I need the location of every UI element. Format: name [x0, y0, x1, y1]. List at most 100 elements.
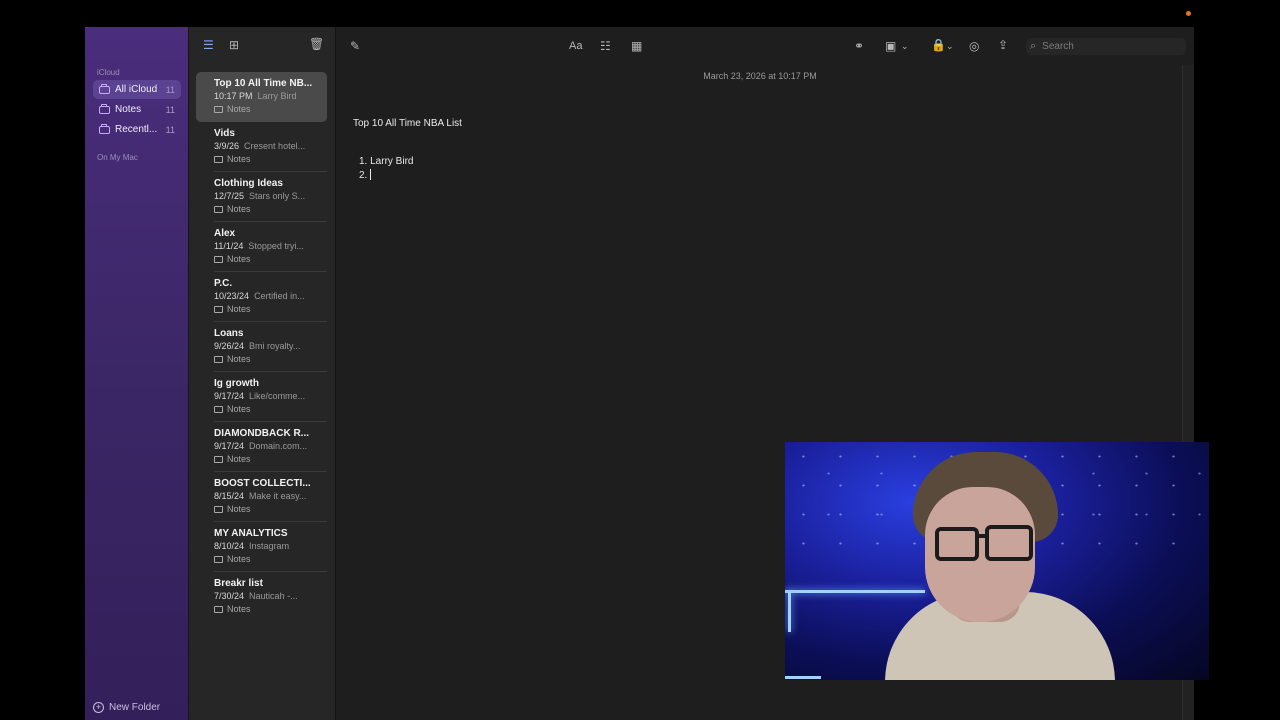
gallery-view-icon[interactable]: ⊞	[229, 38, 239, 52]
note-preview: Bmi royalty...	[249, 341, 301, 351]
folder-icon	[214, 205, 223, 213]
list-line-1[interactable]: 1. Larry Bird	[359, 156, 413, 167]
webcam-overlay	[785, 442, 1209, 680]
led-strip-vertical	[788, 592, 791, 632]
sidebar-item-recently-deleted[interactable]: Recentl... 11	[93, 120, 181, 139]
share-icon[interactable]: ⇪	[998, 39, 1008, 51]
note-folder: Notes	[227, 104, 251, 114]
list-line-2[interactable]: 2.	[359, 169, 372, 181]
list-number: 1.	[359, 156, 368, 167]
sidebar-item-count: 11	[165, 104, 175, 115]
folder-icon	[214, 355, 223, 363]
chevron-down-icon[interactable]: ⌄	[946, 40, 954, 52]
note-folder: Notes	[227, 604, 251, 614]
new-folder-button[interactable]: + New Folder	[93, 702, 160, 713]
search-field[interactable]: ⌕ Search	[1026, 38, 1186, 55]
note-list-toolbar: ☰ ⊞ 🗑	[189, 27, 335, 65]
sidebar-item-all-icloud[interactable]: All iCloud 11	[93, 80, 181, 99]
note-date: 11/1/24	[214, 241, 244, 251]
note-title: Breakr list	[214, 578, 263, 589]
folder-icon	[214, 455, 223, 463]
note-preview: Stopped tryi...	[248, 241, 304, 251]
sidebar-item-notes[interactable]: Notes 11	[93, 100, 181, 119]
folder-icon	[214, 555, 223, 563]
search-icon: ⌕	[1030, 40, 1037, 52]
sidebar-item-label: Recentl...	[115, 124, 158, 135]
sidebar: iCloud All iCloud 11 Notes 11 Recentl...…	[85, 27, 189, 720]
note-title: Alex	[214, 228, 236, 239]
folder-icon	[214, 105, 223, 113]
list-item[interactable]: MY ANALYTICS 8/10/24 Instagram Notes	[196, 522, 327, 572]
note-preview: Larry Bird	[257, 91, 297, 101]
glasses-bridge	[975, 534, 987, 538]
note-title: P.C.	[214, 278, 233, 289]
note-folder: Notes	[227, 554, 251, 564]
list-item[interactable]: Breakr list 7/30/24 Nauticah -... Notes	[196, 572, 327, 622]
list-view-icon[interactable]: ☰	[203, 38, 214, 52]
folder-icon	[99, 123, 110, 134]
note-folder: Notes	[227, 304, 251, 314]
list-item[interactable]: Clothing Ideas 12/7/25 Stars only S... N…	[196, 172, 327, 222]
table-icon[interactable]: ▦	[631, 40, 642, 52]
note-title: BOOST COLLECTI...	[214, 478, 311, 489]
note-preview: Instagram	[249, 541, 290, 551]
chevron-down-icon[interactable]: ⌄	[901, 40, 909, 52]
note-title: Vids	[214, 128, 235, 139]
note-title: Loans	[214, 328, 244, 339]
folder-icon	[214, 505, 223, 513]
collaborate-icon[interactable]: ◎	[969, 40, 979, 52]
folder-icon	[214, 405, 223, 413]
section-icloud: iCloud	[97, 68, 120, 77]
folder-icon	[214, 305, 223, 313]
note-date: 10:17 PM	[214, 91, 253, 101]
note-title: Top 10 All Time NB...	[214, 78, 313, 89]
folder-icon	[214, 255, 223, 263]
sidebar-item-label: Notes	[115, 104, 142, 115]
note-preview: Domain.com...	[249, 441, 308, 451]
note-preview: Nauticah -...	[249, 591, 298, 601]
note-folder: Notes	[227, 454, 251, 464]
folder-icon	[99, 103, 110, 114]
list-item[interactable]: Vids 3/9/26 Cresent hotel... Notes	[196, 122, 327, 172]
format-text-button[interactable]: Aa	[569, 40, 582, 52]
media-icon[interactable]: ▣	[885, 40, 896, 52]
note-date: 9/17/24	[214, 391, 245, 401]
note-date: 3/9/26	[214, 141, 240, 151]
list-item[interactable]: Ig growth 9/17/24 Like/comme... Notes	[196, 372, 327, 422]
folder-icon	[99, 83, 110, 94]
note-folder: Notes	[227, 404, 251, 414]
note-preview: Make it easy...	[249, 491, 307, 501]
text-cursor	[370, 169, 372, 180]
led-strip	[785, 590, 925, 593]
list-item[interactable]: P.C. 10/23/24 Certified in... Notes	[196, 272, 327, 322]
section-on-my-mac[interactable]: On My Mac	[97, 153, 138, 162]
note-list: ☰ ⊞ 🗑 Top 10 All Time NB... 10:17 PM Lar…	[189, 27, 336, 720]
list-text: Larry Bird	[370, 156, 414, 167]
compose-icon[interactable]: ✎	[350, 40, 360, 52]
list-number: 2.	[359, 170, 368, 181]
list-item[interactable]: Alex 11/1/24 Stopped tryi... Notes	[196, 222, 327, 272]
search-placeholder: Search	[1042, 41, 1074, 52]
note-heading[interactable]: Top 10 All Time NBA List	[353, 118, 462, 129]
plus-circle-icon: +	[93, 702, 104, 713]
folder-icon	[214, 155, 223, 163]
note-date: 9/26/24	[214, 341, 245, 351]
sidebar-item-count: 11	[165, 124, 175, 135]
list-item[interactable]: Top 10 All Time NB... 10:17 PM Larry Bir…	[196, 72, 327, 122]
link-icon[interactable]: ⚭	[854, 40, 864, 52]
glasses-left-lens	[935, 527, 979, 561]
glasses-right-lens	[985, 525, 1033, 561]
note-preview: Certified in...	[254, 291, 305, 301]
note-title: Ig growth	[214, 378, 259, 389]
trash-icon[interactable]: 🗑	[309, 37, 324, 51]
note-title: Clothing Ideas	[214, 178, 283, 189]
lock-icon[interactable]: 🔒	[931, 39, 946, 51]
note-date: 9/17/24	[214, 441, 245, 451]
list-item[interactable]: DIAMONDBACK R... 9/17/24 Domain.com... N…	[196, 422, 327, 472]
checklist-icon[interactable]: ☷	[600, 40, 611, 52]
note-date: 10/23/24	[214, 291, 250, 301]
list-item[interactable]: BOOST COLLECTI... 8/15/24 Make it easy..…	[196, 472, 327, 522]
list-item[interactable]: Loans 9/26/24 Bmi royalty... Notes	[196, 322, 327, 372]
note-preview: Like/comme...	[249, 391, 306, 401]
note-title: MY ANALYTICS	[214, 528, 288, 539]
